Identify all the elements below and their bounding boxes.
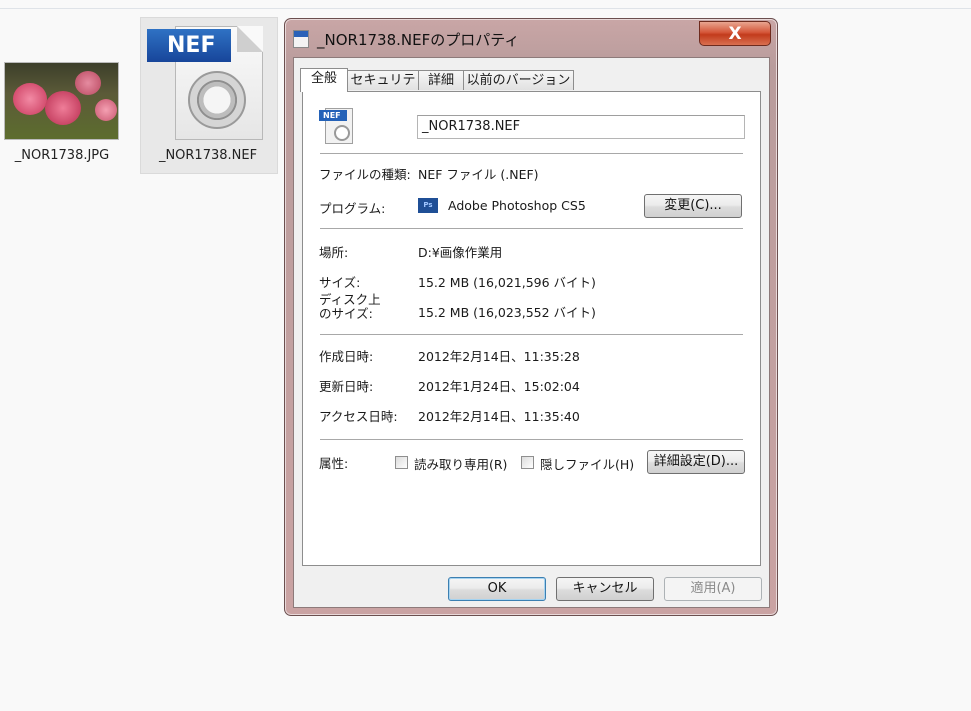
separator [320, 228, 743, 230]
readonly-checkbox[interactable] [395, 456, 408, 469]
tab-details[interactable]: 詳細 [418, 70, 464, 90]
window-top-border [0, 8, 971, 9]
readonly-label[interactable]: 読み取り専用(R) [414, 454, 507, 473]
rose-image [95, 99, 117, 121]
hidden-label[interactable]: 隠しファイル(H) [540, 454, 634, 473]
separator [320, 439, 743, 441]
title-bar[interactable]: _NOR1738.NEFのプロパティ X [285, 19, 777, 57]
ok-button[interactable]: OK [448, 577, 546, 601]
nef-file-icon [293, 30, 309, 48]
tab-previous-versions[interactable]: 以前のバージョン [463, 70, 574, 90]
accessed-value: 2012年2月14日、11:35:40 [418, 409, 580, 424]
accessed-label: アクセス日時: [319, 409, 398, 424]
tab-security[interactable]: セキュリティ [347, 70, 419, 108]
close-button[interactable]: X [699, 21, 771, 46]
type-label: ファイルの種類: [319, 167, 411, 182]
program-label: プログラム: [319, 201, 386, 216]
properties-dialog: _NOR1738.NEFのプロパティ X 全般 セキュリティ 詳細 以前のバージ… [284, 18, 778, 616]
jpg-file-label[interactable]: _NOR1738.JPG [4, 148, 120, 163]
nef-badge: NEF [319, 110, 347, 121]
nef-file-icon: NEF [319, 106, 357, 146]
location-value: D:¥画像作業用 [418, 245, 503, 260]
created-label: 作成日時: [319, 349, 374, 364]
nef-file-label[interactable]: _NOR1738.NEF [140, 148, 276, 163]
cancel-button[interactable]: キャンセル [556, 577, 654, 601]
jpg-thumbnail[interactable] [4, 62, 119, 140]
change-program-button[interactable]: 変更(C)... [644, 194, 742, 218]
advanced-button[interactable]: 詳細設定(D)... [647, 450, 745, 474]
disk-size-label-line1: ディスク上 [319, 292, 381, 307]
modified-value: 2012年1月24日、15:02:04 [418, 379, 580, 394]
disk-size-label-line2: のサイズ: [319, 306, 373, 321]
photoshop-icon: Ps [418, 198, 438, 213]
rose-image [13, 83, 47, 115]
dialog-title: _NOR1738.NEFのプロパティ [317, 31, 520, 49]
location-label: 場所: [319, 245, 349, 260]
disk-size-value: 15.2 MB (16,023,552 バイト) [418, 305, 596, 320]
tab-general[interactable]: 全般 [300, 68, 348, 92]
modified-label: 更新日時: [319, 379, 374, 394]
size-value: 15.2 MB (16,021,596 バイト) [418, 275, 596, 290]
disk-size-label: ディスク上 のサイズ: [319, 293, 381, 321]
general-panel: NEF _NOR1738.NEF ファイルの種類: NEF ファイル (.NEF… [302, 91, 761, 566]
rose-image [45, 91, 81, 125]
created-value: 2012年2月14日、11:35:28 [418, 349, 580, 364]
file-name-field[interactable]: _NOR1738.NEF [417, 115, 745, 139]
separator [320, 334, 743, 336]
hidden-checkbox[interactable] [521, 456, 534, 469]
dialog-client-area: 全般 セキュリティ 詳細 以前のバージョン NEF _NOR1738.NEF フ… [293, 57, 770, 608]
program-value: Adobe Photoshop CS5 [448, 198, 586, 213]
aperture-icon [188, 71, 246, 129]
nef-badge: NEF [147, 29, 231, 62]
attributes-label: 属性: [319, 456, 349, 471]
apply-button[interactable]: 適用(A) [664, 577, 762, 601]
size-label: サイズ: [319, 275, 361, 290]
type-value: NEF ファイル (.NEF) [418, 167, 539, 182]
separator [320, 153, 743, 155]
rose-image [75, 71, 101, 95]
aperture-icon [334, 125, 350, 141]
